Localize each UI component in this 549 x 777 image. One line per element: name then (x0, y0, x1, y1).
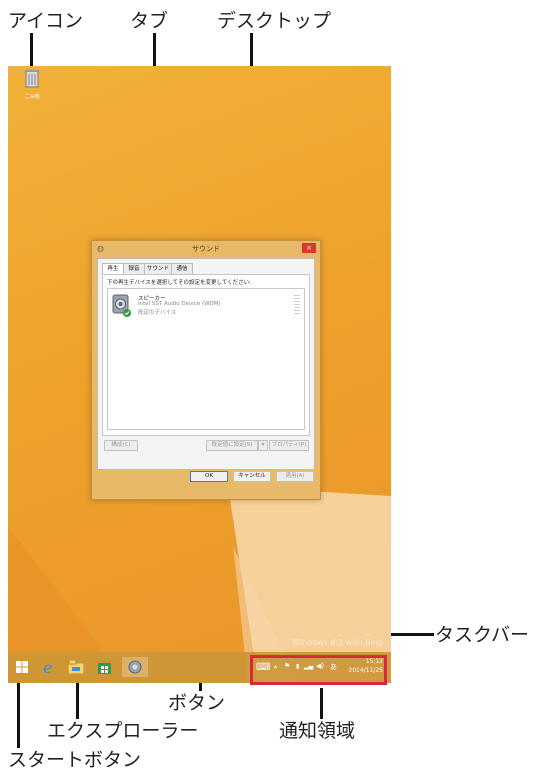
callout-icon: アイコン (8, 10, 84, 32)
close-button[interactable]: × (302, 243, 316, 253)
callout-taskbar: タスクバー (435, 624, 530, 646)
callout-desktop: デスクトップ (217, 10, 332, 32)
dialog-body: 再生 録音 サウンド 通信 下の再生デバイスを選択してその設定を変更してください… (97, 258, 315, 470)
notification-area-highlight (250, 655, 387, 685)
tab-recording[interactable]: 録音 (123, 263, 145, 274)
dialog-title: サウンド (192, 245, 220, 253)
leader-line-notification (320, 688, 323, 719)
device-driver: Intel SST Audio Device (WDM) (138, 301, 221, 307)
tab-sounds[interactable]: サウンド (144, 263, 172, 274)
sound-settings-icon[interactable] (122, 657, 148, 677)
configure-button[interactable]: 構成(C) (104, 440, 138, 451)
callout-notification-area: 通知領域 (279, 720, 356, 742)
device-status: 既定のデバイス (138, 310, 177, 316)
callout-start-button: スタートボタン (8, 749, 142, 771)
volume-meter (294, 295, 300, 315)
playback-panel: 下の再生デバイスを選択してその設定を変更してください: スピーカー Intel … (102, 274, 310, 436)
os-watermark: Windows 8.1 with Bing (292, 638, 383, 647)
leader-line-icon (30, 33, 33, 70)
store-icon[interactable] (94, 657, 114, 677)
leader-line-explorer (76, 683, 79, 719)
dialog-titlebar[interactable]: ◍ サウンド × (92, 241, 320, 257)
callout-button: ボタン (168, 692, 226, 714)
internet-explorer-icon[interactable]: e (38, 657, 58, 677)
callout-explorer: エクスプローラー (47, 720, 199, 742)
file-explorer-icon[interactable] (66, 657, 86, 677)
ok-button[interactable]: OK (190, 471, 228, 482)
recycle-bin-icon[interactable]: ごみ箱 (20, 69, 44, 103)
device-list[interactable]: スピーカー Intel SST Audio Device (WDM) 既定のデバ… (107, 288, 305, 430)
properties-button[interactable]: プロパティ(P) (269, 440, 309, 451)
speaker-icon (112, 294, 132, 318)
set-default-button[interactable]: 既定値に設定(S) (206, 440, 258, 451)
leader-line-start (17, 680, 20, 748)
instruction-text: 下の再生デバイスを選択してその設定を変更してください: (107, 280, 252, 286)
set-default-dropdown[interactable]: ▾ (258, 440, 268, 451)
sound-dialog[interactable]: ◍ サウンド × 再生 録音 サウンド 通信 下の再生デバイスを選択してその設定… (91, 240, 321, 500)
start-icon[interactable] (12, 657, 32, 677)
tab-communications[interactable]: 通信 (171, 263, 193, 274)
desktop[interactable]: ごみ箱 ◍ サウンド × 再生 録音 サウンド 通信 下の再生デバイスを選択して… (8, 66, 391, 683)
recycle-bin-label: ごみ箱 (24, 94, 40, 100)
callout-tab: タブ (130, 10, 169, 32)
cancel-button[interactable]: キャンセル (233, 471, 271, 482)
apply-button[interactable]: 適用(A) (276, 471, 314, 482)
